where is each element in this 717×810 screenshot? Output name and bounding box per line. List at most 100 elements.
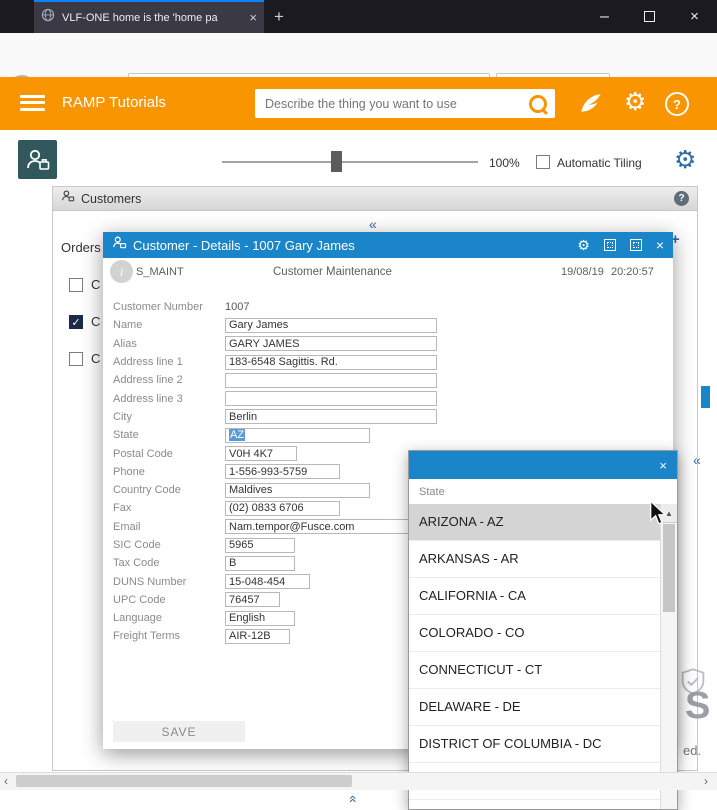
customer-icon xyxy=(112,235,127,255)
city-input[interactable]: Berlin xyxy=(225,409,437,424)
dropdown-option[interactable]: CALIFORNIA - CA xyxy=(409,578,660,615)
zoom-slider-track[interactable] xyxy=(222,161,478,163)
titlebar: VLF-ONE home is the 'home pa × + – × xyxy=(0,0,717,33)
expand-panel-icon[interactable]: « xyxy=(693,453,701,467)
minimize-button[interactable]: – xyxy=(582,0,627,33)
country-code-input[interactable]: Maldives xyxy=(225,483,370,498)
field-row: Address line 3 xyxy=(113,389,663,407)
app-header: RAMP Tutorials ⚙ ? xyxy=(0,77,717,130)
customers-panel-header[interactable]: Customers ? xyxy=(53,187,697,211)
scroll-right-icon[interactable]: › xyxy=(704,774,708,788)
fax-input[interactable]: (02) 0833 6706 xyxy=(225,501,340,516)
info-icon[interactable]: i xyxy=(110,260,133,283)
field-row: Customer Number1007 xyxy=(113,298,663,316)
dropdown-list: ARIZONA - AZ ARKANSAS - AR CALIFORNIA - … xyxy=(409,504,660,800)
tax-code-input[interactable]: B xyxy=(225,556,295,571)
dialog-settings-icon[interactable]: ⚙ xyxy=(577,238,590,252)
dialog-maximize-icon[interactable] xyxy=(630,239,642,251)
dropdown-option[interactable]: ARIZONA - AZ xyxy=(409,504,660,541)
customer-workspace-icon[interactable] xyxy=(18,140,57,179)
email-input[interactable]: Nam.tempor@Fusce.com xyxy=(225,519,437,534)
dialog-titlebar[interactable]: Customer - Details - 1007 Gary James ⚙ × xyxy=(103,232,673,258)
dialog-tile-icon[interactable] xyxy=(604,239,616,251)
address-line-2-input[interactable] xyxy=(225,373,437,388)
address-line-1-input[interactable]: 183-6548 Sagittis. Rd. xyxy=(225,355,437,370)
app-search-input[interactable] xyxy=(263,96,529,112)
dialog-title: Customer - Details - 1007 Gary James xyxy=(133,238,563,253)
alias-input[interactable]: GARY JAMES xyxy=(225,336,437,351)
app-menu-icon[interactable] xyxy=(20,91,45,114)
selected-text: AZ xyxy=(229,429,245,441)
help-icon[interactable]: ? xyxy=(665,92,689,116)
close-window-button[interactable]: × xyxy=(672,0,717,33)
wing-icon[interactable] xyxy=(578,90,604,121)
upc-code-input[interactable]: 76457 xyxy=(225,592,280,607)
state-dropdown: × State ARIZONA - AZ ARKANSAS - AR CALIF… xyxy=(408,450,678,810)
order-row-label: C xyxy=(91,277,100,292)
scroll-left-icon[interactable]: ‹ xyxy=(4,774,8,788)
new-tab-button[interactable]: + xyxy=(274,7,284,27)
field-row: StateAZ xyxy=(113,426,663,444)
order-row[interactable]: ✓ C xyxy=(69,314,100,329)
watermark-text: ed. xyxy=(683,743,701,758)
dropdown-option[interactable]: DISTRICT OF COLUMBIA - DC xyxy=(409,726,660,763)
orders-section-label: Orders xyxy=(61,240,101,255)
name-input[interactable]: Gary James xyxy=(225,318,437,333)
dropdown-option[interactable]: COLORADO - CO xyxy=(409,615,660,652)
save-button[interactable]: SAVE xyxy=(113,721,245,742)
postal-code-input[interactable]: V0H 4K7 xyxy=(225,446,297,461)
field-row: NameGary James xyxy=(113,316,663,334)
sic-code-input[interactable]: 5965 xyxy=(225,538,295,553)
automatic-tiling-label: Automatic Tiling xyxy=(557,156,642,170)
globe-icon xyxy=(41,8,55,27)
expand-up-icon[interactable]: « xyxy=(347,795,361,803)
order-checkbox[interactable] xyxy=(69,278,83,292)
settings-gear-icon[interactable]: ⚙ xyxy=(624,90,646,115)
maximize-button[interactable] xyxy=(627,0,672,33)
dropdown-header: × xyxy=(409,451,677,479)
zoom-slider-handle[interactable] xyxy=(331,151,342,172)
order-checkbox[interactable] xyxy=(69,352,83,366)
dropdown-close-icon[interactable]: × xyxy=(659,458,667,473)
dialog-close-icon[interactable]: × xyxy=(656,238,664,252)
customers-icon xyxy=(61,189,75,208)
date-stamp: 19/08/19 xyxy=(561,266,604,278)
customer-number-value: 1007 xyxy=(225,301,249,313)
panel-title: Customers xyxy=(81,192,141,206)
horizontal-scrollbar-thumb[interactable] xyxy=(16,775,352,787)
program-description: Customer Maintenance xyxy=(273,266,392,278)
browser-window: VLF-ONE home is the 'home pa × + – × ← →… xyxy=(0,0,717,810)
automatic-tiling-checkbox[interactable] xyxy=(536,155,550,169)
app-search[interactable] xyxy=(255,89,555,118)
state-input[interactable]: AZ xyxy=(225,428,370,443)
order-row-label: C xyxy=(91,314,100,329)
collapse-left-icon[interactable]: « xyxy=(369,217,377,231)
phone-input[interactable]: 1-556-993-5759 xyxy=(225,464,340,479)
freight-terms-input[interactable]: AIR-12B xyxy=(225,629,290,644)
order-row[interactable]: C xyxy=(69,277,100,292)
panel-help-icon[interactable]: ? xyxy=(674,191,689,206)
order-checkbox-checked[interactable]: ✓ xyxy=(69,315,83,329)
order-row[interactable]: C xyxy=(69,351,100,366)
program-name: S_MAINT xyxy=(136,266,184,278)
dropdown-option[interactable]: ARKANSAS - AR xyxy=(409,541,660,578)
dropdown-scrollbar[interactable]: ▲ xyxy=(660,504,677,809)
mouse-cursor xyxy=(648,500,666,531)
field-row: Address line 2 xyxy=(113,371,663,389)
address-line-3-input[interactable] xyxy=(225,391,437,406)
dropdown-option[interactable]: DELAWARE - DE xyxy=(409,689,660,726)
dropdown-option[interactable]: CONNECTICUT - CT xyxy=(409,652,660,689)
browser-tab[interactable]: VLF-ONE home is the 'home pa × xyxy=(34,0,264,33)
tab-close-icon[interactable]: × xyxy=(249,11,257,24)
language-input[interactable]: English xyxy=(225,611,295,626)
scrollbar-thumb[interactable] xyxy=(663,524,675,612)
workspace-settings-icon[interactable]: ⚙ xyxy=(674,148,696,173)
time-stamp: 20:20:57 xyxy=(611,266,654,278)
scroll-marker xyxy=(701,386,710,408)
dropdown-field-label: State xyxy=(419,486,445,498)
field-row: Address line 1183-6548 Sagittis. Rd. xyxy=(113,353,663,371)
app-search-icon[interactable] xyxy=(529,95,547,113)
field-row: CityBerlin xyxy=(113,408,663,426)
duns-number-input[interactable]: 15-048-454 xyxy=(225,574,310,589)
zoom-value: 100% xyxy=(489,156,520,170)
